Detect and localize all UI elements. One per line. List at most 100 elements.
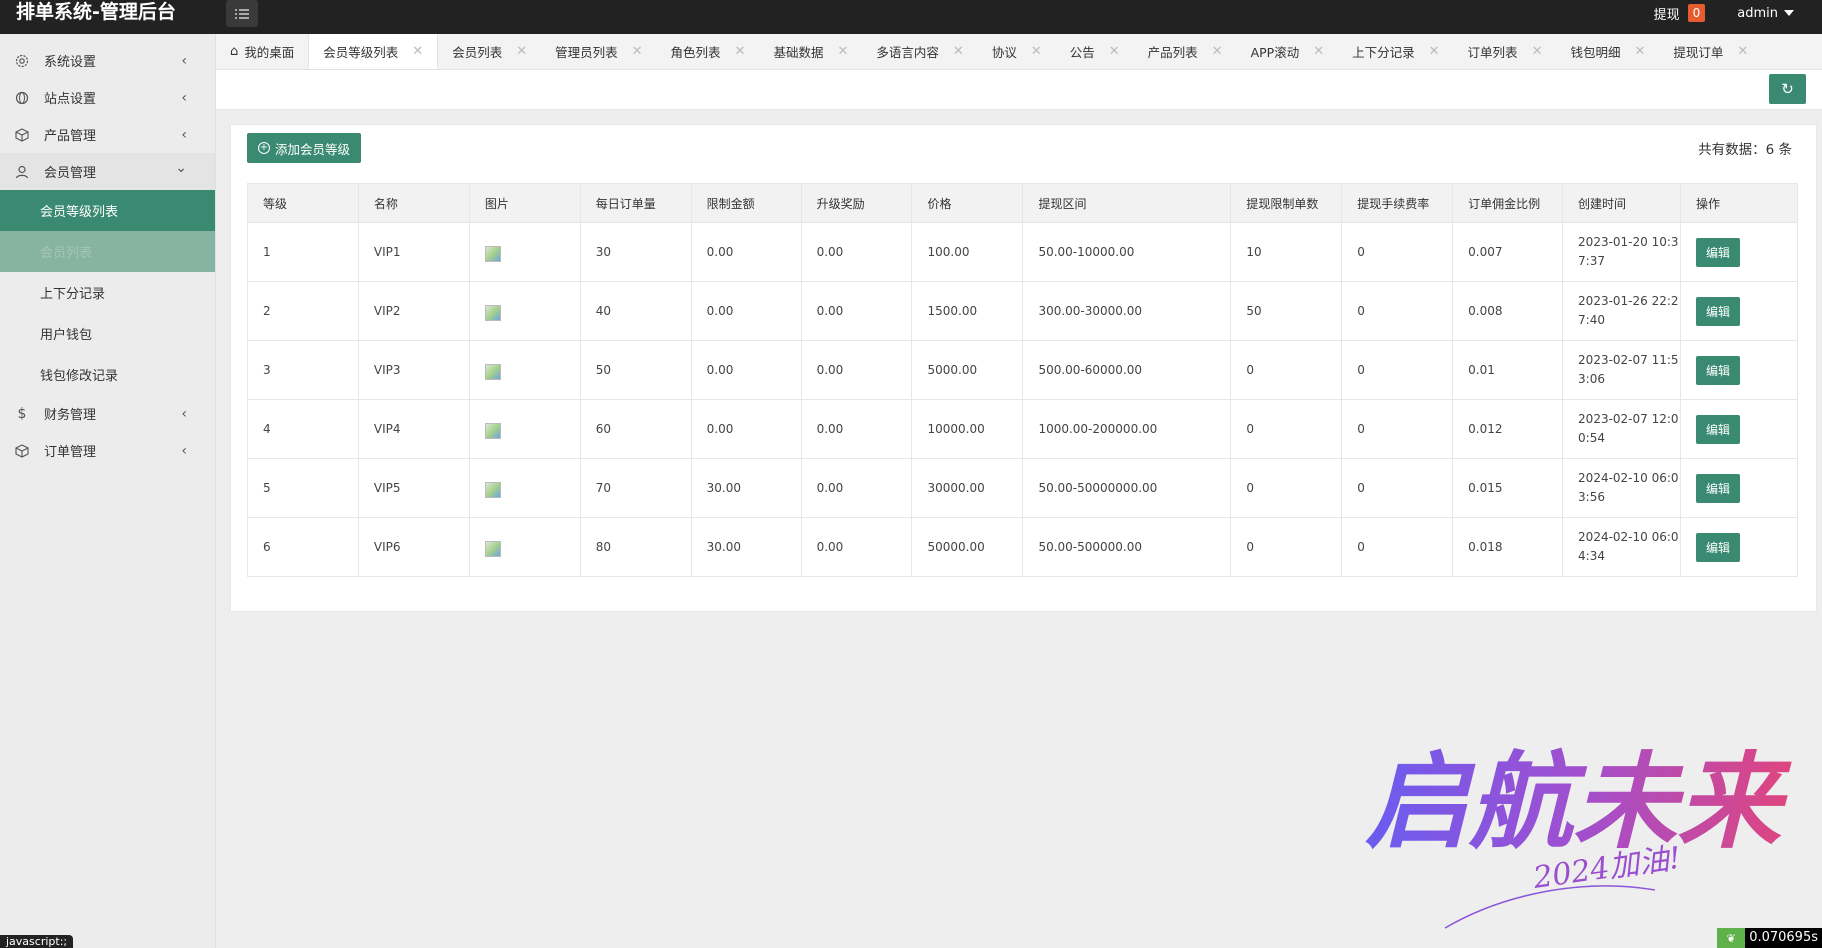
withdraw-range-cell: 50.00-500000.00 xyxy=(1022,517,1232,577)
edit-button[interactable]: 编辑 xyxy=(1695,237,1740,267)
action-cell: 编辑 xyxy=(1679,517,1799,577)
upgrade-reward-cell: 0.00 xyxy=(800,399,913,459)
sidebar-item-member-management[interactable]: 会员管理 ⌄ xyxy=(0,153,215,190)
tab-agreement[interactable]: 协议 ✕ xyxy=(978,34,1056,69)
sidebar-item-product-management[interactable]: 产品管理 ‹ xyxy=(0,116,215,153)
tab-product-list[interactable]: 产品列表 ✕ xyxy=(1134,34,1237,69)
close-icon[interactable]: ✕ xyxy=(516,44,527,59)
sidebar-item-order-management[interactable]: 订单管理 ‹ xyxy=(0,432,215,469)
name-cell: VIP5 xyxy=(357,458,470,518)
sidebar-item-label: 产品管理 xyxy=(44,129,97,144)
sidebar-item-site-settings[interactable]: 站点设置 ‹ xyxy=(0,79,215,116)
broken-image-icon xyxy=(484,422,501,439)
menu-toggle-button[interactable] xyxy=(226,0,258,27)
sidebar-subitem-user-wallet[interactable]: 用户钱包 xyxy=(0,313,215,354)
table-row: 5 VIP5 70 30.00 0.00 30000.00 50.00-50000000.0… xyxy=(247,458,1799,518)
tab-wallet-detail[interactable]: 钱包明细 ✕ xyxy=(1556,34,1659,69)
refresh-button[interactable]: ↻ xyxy=(1769,74,1806,104)
close-icon[interactable]: ✕ xyxy=(1212,44,1223,59)
sidebar-item-label: 订单管理 xyxy=(44,445,97,460)
member-level-table: 等级 名称 图片 每日订单量 限制金额 升级奖励 价格 提现区间 提现限制单数 提现手续费率 订单佣… xyxy=(247,183,1799,577)
tab-desktop[interactable]: ⌂ 我的桌面 xyxy=(216,34,308,69)
tab-label: 上下分记录 xyxy=(1352,45,1415,60)
sidebar-item-finance-management[interactable]: $ 财务管理 ‹ xyxy=(0,395,215,432)
tab-withdraw-orders[interactable]: 提现订单 ✕ xyxy=(1659,34,1762,69)
broken-image-icon xyxy=(484,304,501,321)
tab-label: 多语言内容 xyxy=(876,45,939,60)
sidebar-subitem-member-levels[interactable]: 会员等级列表 xyxy=(0,190,215,231)
table-row: 3 VIP3 50 0.00 0.00 5000.00 500.00-60000.00 0 0 0… xyxy=(247,340,1799,400)
limit-amount-cell: 0.00 xyxy=(690,340,802,400)
tab-role-list[interactable]: 角色列表 ✕ xyxy=(657,34,760,69)
level-cell: 6 xyxy=(247,517,359,577)
limit-amount-cell: 30.00 xyxy=(690,517,802,577)
close-icon[interactable]: ✕ xyxy=(953,44,964,59)
commission-cell: 0.01 xyxy=(1452,340,1564,400)
close-icon[interactable]: ✕ xyxy=(735,44,746,59)
sidebar-subitem-wallet-records[interactable]: 钱包修改记录 xyxy=(0,354,215,395)
withdraw-range-cell: 50.00-50000000.00 xyxy=(1022,458,1232,518)
close-icon[interactable]: ✕ xyxy=(632,44,643,59)
gear-icon xyxy=(14,53,30,69)
sidebar-subitem-member-list[interactable]: 会员列表 xyxy=(0,231,215,272)
image-cell xyxy=(468,517,581,577)
edit-button[interactable]: 编辑 xyxy=(1695,296,1740,326)
tab-notice[interactable]: 公告 ✕ xyxy=(1056,34,1134,69)
close-icon[interactable]: ✕ xyxy=(837,44,848,59)
watermark-logo: 启航未来 2024加油! xyxy=(1365,740,1792,929)
withdraw-fee-cell: 0 xyxy=(1341,517,1454,577)
user-menu[interactable]: admin xyxy=(1737,6,1794,21)
created-time-line: 2023-01-20 10:3 xyxy=(1578,235,1679,249)
withdraw-count-badge: 0 xyxy=(1687,4,1706,22)
edit-button[interactable]: 编辑 xyxy=(1695,473,1740,503)
withdraw-link[interactable]: 提现 0 xyxy=(1654,4,1706,23)
close-icon[interactable]: ✕ xyxy=(1532,44,1543,59)
withdraw-range-cell: 300.00-30000.00 xyxy=(1022,281,1232,341)
tab-multilang[interactable]: 多语言内容 ✕ xyxy=(862,34,977,69)
content-panel: + 添加会员等级 共有数据：6 条 等级 名称 图片 每日订单量 限制金额 升级奖励 价格提… xyxy=(230,124,1817,612)
column-header: 图片 xyxy=(468,183,581,223)
tab-admin-list[interactable]: 管理员列表 ✕ xyxy=(541,34,656,69)
box-icon xyxy=(14,127,30,143)
broken-image-icon xyxy=(484,363,501,380)
name-cell: VIP1 xyxy=(357,222,470,282)
table-row: 2 VIP2 40 0.00 0.00 1500.00 300.00-30000.00 50 0… xyxy=(247,281,1799,341)
price-cell: 30000.00 xyxy=(911,458,1024,518)
close-icon[interactable]: ✕ xyxy=(1031,44,1042,59)
close-icon[interactable]: ✕ xyxy=(1429,44,1440,59)
close-icon[interactable]: ✕ xyxy=(1737,44,1748,59)
column-header: 价格 xyxy=(911,183,1024,223)
close-icon[interactable]: ✕ xyxy=(1634,44,1645,59)
close-icon[interactable]: ✕ xyxy=(1109,44,1120,59)
column-header: 创建时间 xyxy=(1562,183,1681,223)
tab-order-list[interactable]: 订单列表 ✕ xyxy=(1454,34,1557,69)
image-cell xyxy=(468,222,581,282)
close-icon[interactable]: ✕ xyxy=(1313,44,1324,59)
daily-orders-cell: 60 xyxy=(579,399,692,459)
tab-label: 会员等级列表 xyxy=(323,45,399,60)
daily-orders-cell: 70 xyxy=(579,458,692,518)
edit-button[interactable]: 编辑 xyxy=(1695,532,1740,562)
name-cell: VIP4 xyxy=(357,399,470,459)
edit-button[interactable]: 编辑 xyxy=(1695,414,1740,444)
sidebar-subitem-label: 会员等级列表 xyxy=(40,205,119,220)
watermark-main-text: 启航未来 xyxy=(1365,740,1792,863)
edit-button[interactable]: 编辑 xyxy=(1695,355,1740,385)
created-time-line: 2023-02-07 12:0 xyxy=(1578,412,1679,426)
close-icon[interactable]: ✕ xyxy=(412,44,423,59)
sidebar-subitem-score-records[interactable]: 上下分记录 xyxy=(0,272,215,313)
tab-app-scroll[interactable]: APP滚动 ✕ xyxy=(1237,34,1339,69)
add-member-level-button[interactable]: + 添加会员等级 xyxy=(247,133,362,163)
level-cell: 1 xyxy=(247,222,359,282)
limit-amount-cell: 0.00 xyxy=(690,399,802,459)
tab-score-records[interactable]: 上下分记录 ✕ xyxy=(1338,34,1453,69)
table-header-row: 等级 名称 图片 每日订单量 限制金额 升级奖励 价格 提现区间 提现限制单数 提现手续费率 订单佣… xyxy=(247,183,1799,223)
tab-label: APP滚动 xyxy=(1250,45,1300,60)
chevron-left-icon: ‹ xyxy=(181,127,187,143)
sidebar-item-system-settings[interactable]: 系统设置 ‹ xyxy=(0,42,215,79)
tab-base-data[interactable]: 基础数据 ✕ xyxy=(759,34,862,69)
tab-member-levels[interactable]: 会员等级列表 ✕ xyxy=(308,34,439,69)
chevron-left-icon: ‹ xyxy=(181,90,187,106)
withdraw-fee-cell: 0 xyxy=(1341,399,1454,459)
tab-member-list[interactable]: 会员列表 ✕ xyxy=(438,34,541,69)
